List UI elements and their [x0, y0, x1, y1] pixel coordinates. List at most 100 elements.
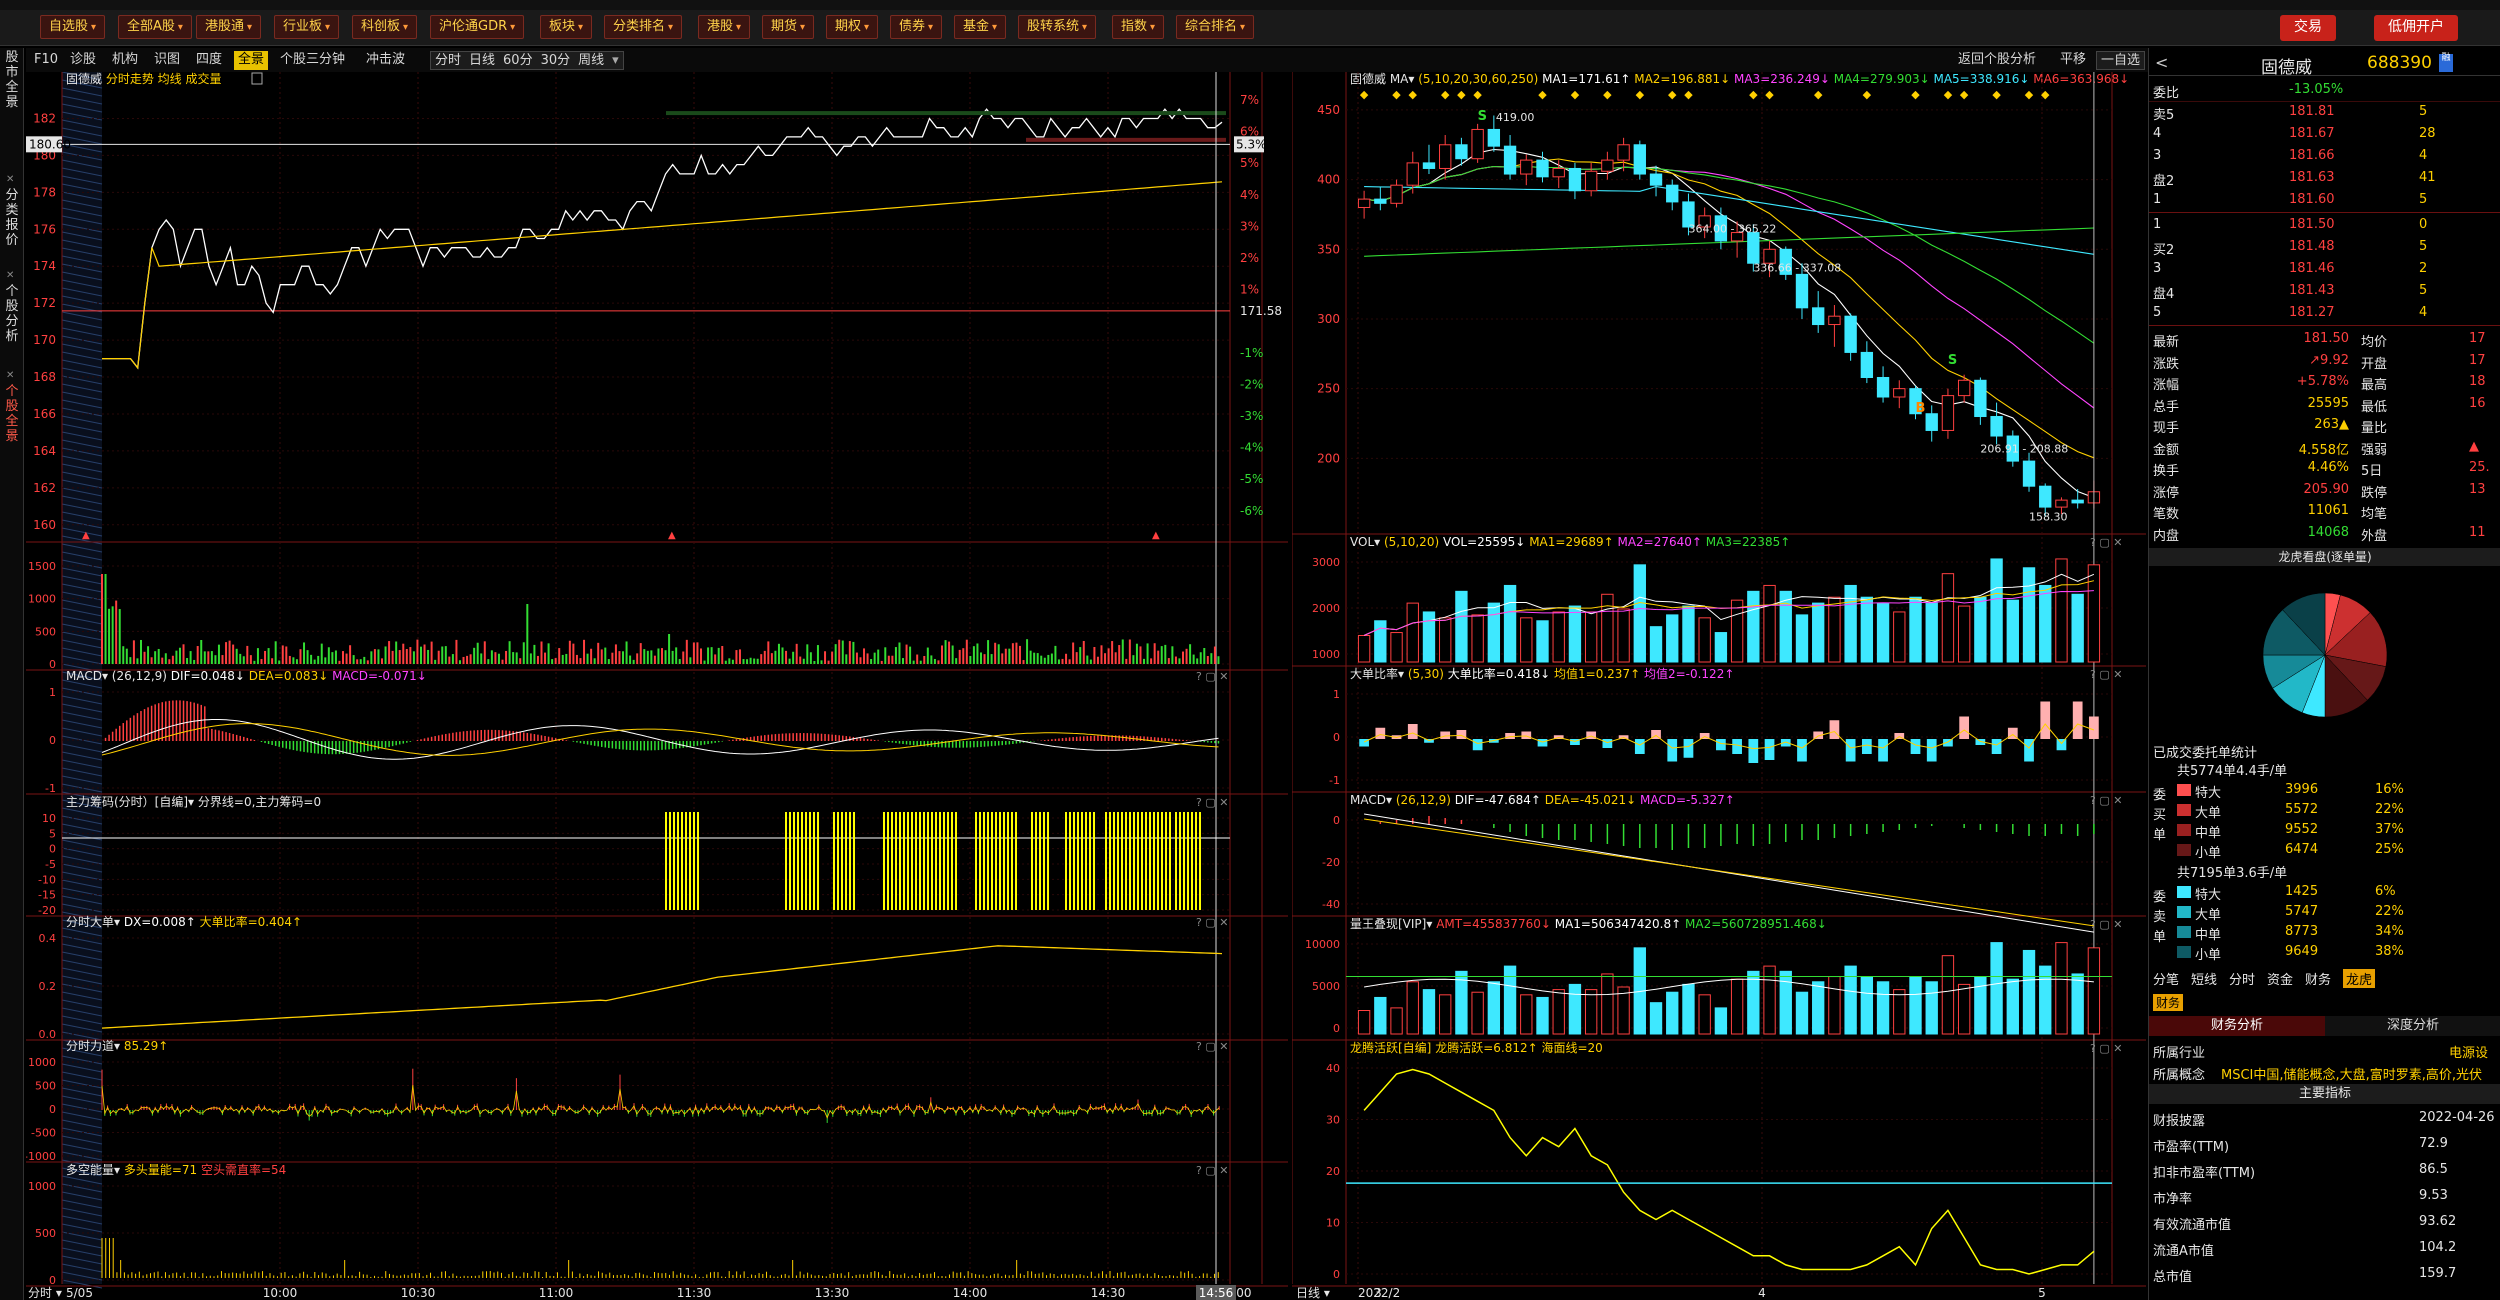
intraday-panel[interactable]: 固德威 分时走势 均线 成交量1821801781761741721701681… — [26, 72, 1288, 1300]
pane-controls-icon[interactable]: ? ▢ ✕ — [2090, 794, 2122, 807]
close-icon[interactable]: ✕ — [6, 174, 14, 185]
subbar-tab-7[interactable]: 冲击波 — [362, 51, 409, 70]
period-option-3[interactable]: 30分 — [541, 53, 571, 68]
toolbar-button-13[interactable]: 股转系统 ▾ — [1018, 15, 1097, 39]
pane-controls-icon[interactable]: ? ▢ ✕ — [1196, 1164, 1228, 1177]
back-arrow-icon[interactable]: < — [2155, 53, 2168, 72]
kline-price-tick: 200 — [1317, 451, 1340, 465]
indicator-tick: 5 — [49, 827, 56, 840]
chevron-down-icon: ▾ — [864, 22, 870, 33]
big-ratio-bar — [1910, 739, 1921, 754]
row-pct: 34% — [2375, 924, 2404, 939]
toolbar-button-6[interactable]: 板块 ▾ — [540, 15, 593, 39]
period-option-0[interactable]: 分时 — [435, 53, 461, 68]
toolbar-button-2[interactable]: 港股通 ▾ — [196, 15, 262, 39]
legend-square — [2177, 824, 2191, 836]
stat-label: 现手 — [2153, 421, 2180, 436]
subbar-right-1[interactable]: 平移 — [2056, 51, 2090, 70]
toolbar-button-8[interactable]: 港股 ▾ — [698, 15, 751, 39]
pane-controls-icon[interactable]: ? ▢ ✕ — [2090, 536, 2122, 549]
subbar-tab-4[interactable]: 四度 — [192, 51, 226, 70]
fin-subtab-0[interactable]: 财务分析 — [2149, 1016, 2325, 1036]
pane-controls-icon[interactable]: ? ▢ ✕ — [1196, 1040, 1228, 1053]
kline-price-tick: 250 — [1317, 382, 1340, 396]
period-option-4[interactable]: 周线 — [578, 53, 604, 68]
subbar-tab-5[interactable]: 全景 — [234, 51, 269, 70]
subbar-right-2[interactable]: 一自选 — [2096, 51, 2146, 70]
toolbar-button-9[interactable]: 期货 ▾ — [762, 15, 815, 39]
volume-bar — [1909, 596, 1922, 663]
signal-diamond-icon: ◆ — [1360, 88, 1369, 101]
buy-level-4[interactable]: 盘4 181.43 5 — [2149, 281, 2500, 302]
period-option-1[interactable]: 日线 — [469, 53, 495, 68]
indicator-tick: 0.2 — [39, 980, 57, 993]
candle-body — [1487, 128, 1501, 147]
buy-level-1[interactable]: 1 181.50 0 — [2149, 215, 2500, 236]
kline-price-tick: 400 — [1317, 173, 1340, 187]
close-icon[interactable]: ✕ — [6, 370, 14, 381]
toolbar-button-12[interactable]: 基金 ▾ — [954, 15, 1007, 39]
sell-level-2[interactable]: 4 181.67 28 — [2149, 124, 2500, 145]
subbar-right-0[interactable]: 返回个股分析 — [1954, 51, 2040, 70]
period-option-2[interactable]: 60分 — [503, 53, 533, 68]
toolbar-button-11[interactable]: 债券 ▾ — [890, 15, 943, 39]
pane-controls-icon[interactable]: ? ▢ ✕ — [1196, 796, 1228, 809]
period-selector[interactable]: 分时 日线 60分 30分 周线 ▾ — [430, 51, 624, 70]
left-tab-0[interactable]: 股市全景 — [2, 50, 22, 110]
bottom-tab-1[interactable]: 短线 — [2191, 969, 2217, 988]
toolbar-button-3[interactable]: 行业板 ▾ — [274, 15, 340, 39]
chevron-down-icon[interactable]: ▾ — [612, 53, 619, 68]
toolbar-button-4[interactable]: 科创板 ▾ — [352, 15, 418, 39]
sell-level-1[interactable]: 卖5 181.81 5 — [2149, 102, 2500, 123]
trade-button[interactable]: 交易 — [2280, 15, 2336, 41]
fin-subtab-1[interactable]: 深度分析 — [2325, 1016, 2500, 1036]
subbar-tab-1[interactable]: 诊股 — [66, 51, 100, 70]
volume-bar — [1714, 632, 1728, 663]
subbar-tab-3[interactable]: 识图 — [150, 51, 184, 70]
price-tick: 160 — [33, 518, 56, 532]
sell-level-5[interactable]: 1 181.60 5 — [2149, 190, 2500, 211]
sell-level-4[interactable]: 盘2 181.63 41 — [2149, 168, 2500, 189]
close-icon[interactable]: ✕ — [6, 270, 14, 281]
left-tab-3[interactable]: 个股全景 — [2, 384, 22, 444]
sell-level-3[interactable]: 3 181.66 4 — [2149, 146, 2500, 167]
pane-controls-icon[interactable]: ? ▢ ✕ — [2090, 668, 2122, 681]
toolbar-button-1[interactable]: 全部A股 ▾ — [118, 15, 192, 39]
volume-bar — [1584, 611, 1598, 663]
pane-controls-icon[interactable]: ? ▢ ✕ — [1196, 670, 1228, 683]
toolbar-button-14[interactable]: 指数 ▾ — [1112, 15, 1165, 39]
industry-row: 所属行业 电源设 — [2149, 1040, 2500, 1061]
stat-row: 换手 4.46% 5日 25. — [2149, 458, 2500, 479]
left-tab-2[interactable]: 个股分析 — [2, 284, 22, 344]
kline-panel[interactable]: 固德威 MA▾ (5,10,20,30,60,250) MA1=171.61↑ … — [1292, 72, 2146, 1300]
subbar-tab-0[interactable]: F10 — [30, 51, 62, 70]
toolbar-button-7[interactable]: 分类排名 ▾ — [604, 15, 683, 39]
toolbar-button-0[interactable]: 自选股 ▾ — [40, 15, 106, 39]
pane-controls-icon[interactable]: ? ▢ ✕ — [2090, 1042, 2122, 1055]
bottom-tab-0[interactable]: 分笔 — [2153, 969, 2179, 988]
bottom-tab-4[interactable]: 财务 — [2305, 969, 2331, 988]
fin-tab[interactable]: 财务 — [2153, 994, 2184, 1011]
big-ratio-bar — [1716, 739, 1726, 751]
toolbar-button-10[interactable]: 期权 ▾ — [826, 15, 879, 39]
left-tab-1[interactable]: 分类报价 — [2, 188, 22, 248]
subbar-tab-2[interactable]: 机构 — [108, 51, 142, 70]
volume-bar — [1730, 599, 1744, 663]
level-price: 181.43 — [2289, 283, 2335, 298]
buy-level-2[interactable]: 买2 181.48 5 — [2149, 237, 2500, 258]
pct-tick: -4% — [1240, 441, 1263, 455]
buy-level-5[interactable]: 5 181.27 4 — [2149, 303, 2500, 324]
pane-controls-icon[interactable]: ? ▢ ✕ — [2090, 918, 2122, 931]
pane-controls-icon[interactable]: ? ▢ ✕ — [1196, 916, 1228, 929]
bottom-tab-2[interactable]: 分时 — [2229, 969, 2255, 988]
bottom-tab-5[interactable]: 龙虎 — [2343, 969, 2376, 988]
fin-label: 市盈率(TTM) — [2153, 1140, 2230, 1155]
subbar-tab-6[interactable]: 个股三分钟 — [276, 51, 349, 70]
buy-level-3[interactable]: 3 181.46 2 — [2149, 259, 2500, 280]
signal-diamond-icon: ◆ — [1409, 88, 1418, 101]
toolbar-button-15[interactable]: 综合排名 ▾ — [1176, 15, 1255, 39]
open-account-button[interactable]: 低佣开户 — [2374, 15, 2458, 41]
indicator-tick: 40 — [1326, 1062, 1340, 1075]
toolbar-button-5[interactable]: 沪伦通GDR ▾ — [430, 15, 525, 39]
bottom-tab-3[interactable]: 资金 — [2267, 969, 2293, 988]
